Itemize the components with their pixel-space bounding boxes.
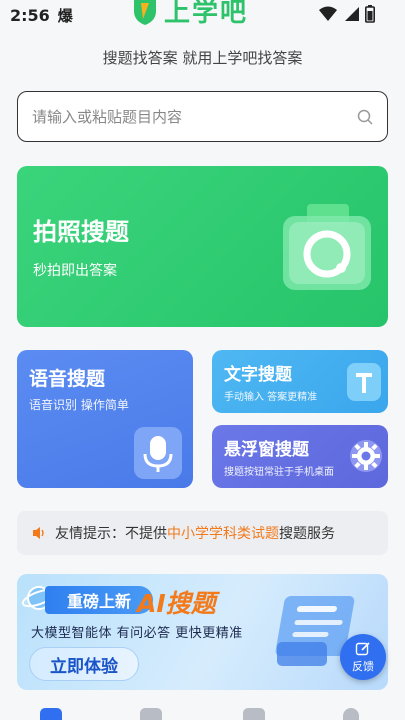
float-search-subtitle: 搜题按钮常驻于手机桌面	[224, 467, 334, 478]
try-now-button[interactable]: 立即体验	[29, 647, 139, 681]
slogan: 搜题找答案 就用上学吧找答案	[102, 49, 303, 67]
text-t-icon	[347, 363, 381, 401]
camera-icon	[283, 204, 371, 290]
tab-third-icon[interactable]	[243, 708, 265, 720]
tab-home-icon[interactable]	[40, 708, 62, 720]
battery-icon	[365, 5, 375, 23]
logo-shield-icon	[134, 0, 156, 25]
photo-search-title: 拍照搜题	[33, 218, 129, 246]
wifi-icon	[319, 6, 337, 21]
voice-search-title: 语音搜题	[29, 368, 106, 390]
status-icons	[319, 5, 375, 23]
text-search-card[interactable]: 文字搜题 手动输入 答案更精准	[212, 350, 388, 413]
feedback-button[interactable]: 反馈	[340, 634, 386, 680]
app-logo: 上学吧	[130, 0, 275, 28]
logo-text: 上学吧	[164, 0, 249, 28]
edit-icon	[355, 641, 370, 655]
status-extra: 爆	[57, 6, 73, 25]
search-placeholder: 请输入或粘贴题目内容	[32, 108, 183, 126]
float-window-search-card[interactable]: 悬浮窗搜题 搜题按钮常驻于手机桌面	[212, 425, 388, 488]
photo-search-subtitle: 秒拍即出答案	[33, 263, 117, 279]
bottom-tab-bar	[0, 708, 405, 720]
notice-prefix: 友情提示：不提供	[55, 526, 167, 542]
voice-search-card[interactable]: 语音搜题 语音识别 操作简单	[17, 350, 193, 488]
banner-title: AI搜题	[137, 589, 216, 618]
notice-suffix: 搜题服务	[279, 526, 335, 542]
banner-description: 大模型智能体 有问必答 更快更精准	[31, 626, 243, 641]
status-time: 2:56	[10, 5, 50, 25]
float-search-title: 悬浮窗搜题	[224, 440, 309, 460]
notice-text: 友情提示：不提供中小学学科类试题搜题服务	[55, 523, 335, 543]
signal-icon	[345, 7, 359, 21]
search-icon[interactable]	[357, 109, 373, 125]
text-search-title: 文字搜题	[224, 365, 292, 385]
voice-search-subtitle: 语音识别 操作简单	[29, 398, 129, 412]
photo-search-card[interactable]: 拍照搜题 秒拍即出答案	[17, 166, 388, 327]
feedback-label: 反馈	[352, 659, 374, 673]
ai-search-banner[interactable]: 重磅上新 AI搜题 大模型智能体 有问必答 更快更精准 立即体验	[17, 574, 388, 690]
notice-bar: 友情提示：不提供中小学学科类试题搜题服务	[17, 511, 388, 555]
notice-highlight: 中小学学科类试题	[167, 526, 279, 542]
text-search-subtitle: 手动输入 答案更精准	[224, 392, 318, 403]
search-input[interactable]: 请输入或粘贴题目内容	[17, 91, 388, 142]
tab-second-icon[interactable]	[140, 708, 162, 720]
speaker-icon	[33, 527, 44, 539]
gear-icon	[350, 440, 382, 472]
tab-profile-icon[interactable]	[343, 708, 359, 720]
microphone-icon	[134, 427, 182, 479]
